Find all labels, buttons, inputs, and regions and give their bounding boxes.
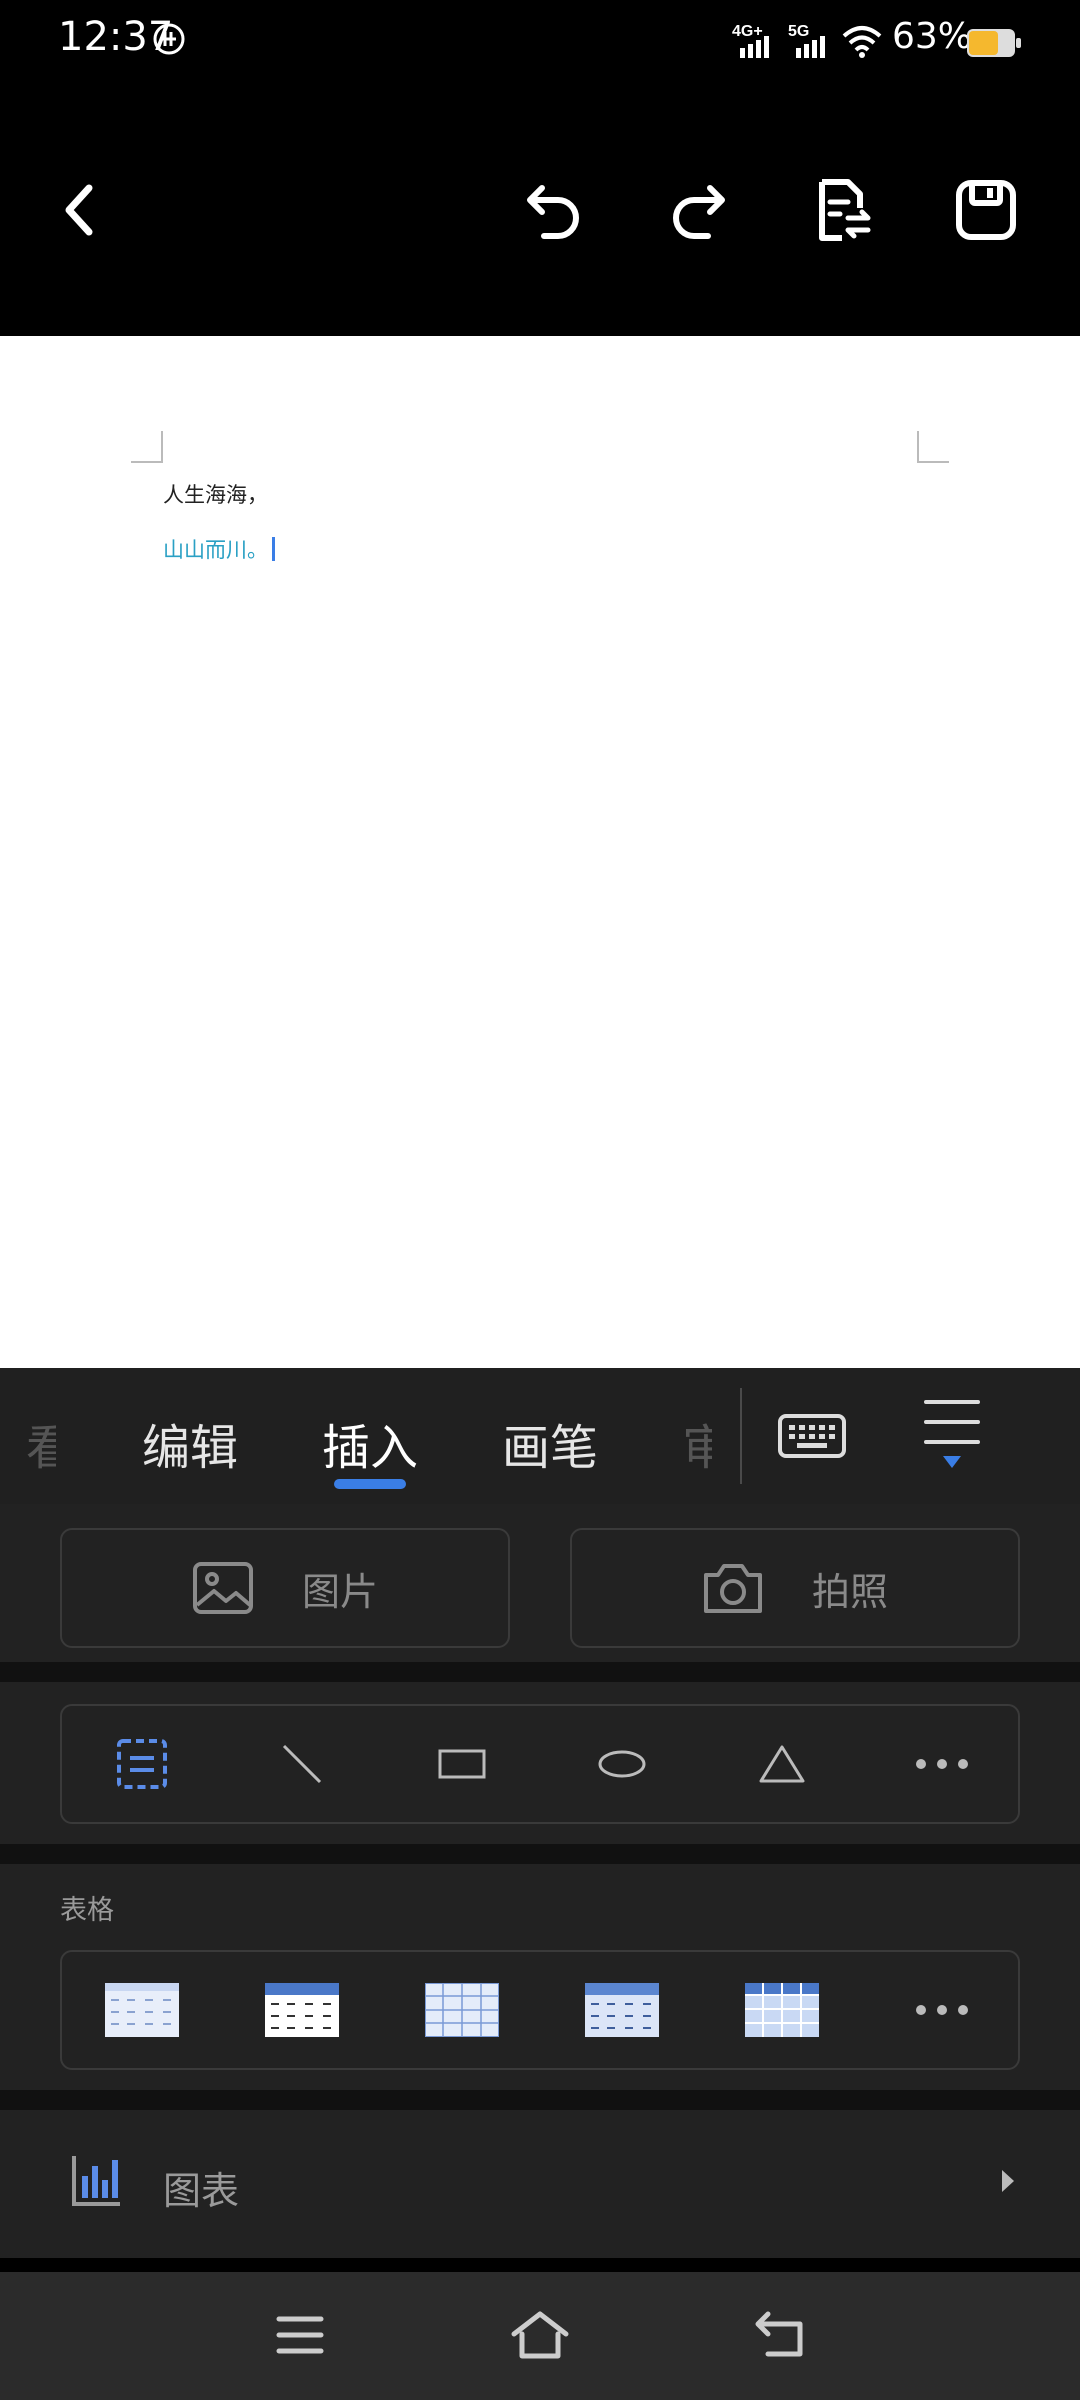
battery-icon	[966, 28, 1022, 62]
nav-back-button[interactable]	[745, 2300, 815, 2370]
margin-corner-top-left	[131, 431, 163, 463]
text-cursor	[272, 537, 275, 561]
undo-button[interactable]	[514, 170, 594, 250]
shapes-row	[60, 1704, 1020, 1824]
svg-text:4G+: 4G+	[732, 23, 763, 40]
take-photo-button[interactable]: 拍照	[570, 1528, 1020, 1648]
margin-corner-top-right	[917, 431, 949, 463]
insert-chart-row[interactable]: 图表	[0, 2110, 1080, 2258]
wifi-icon	[842, 24, 882, 62]
ribbon-tab-bar: 看 编辑 插入 画笔 审	[0, 1368, 1080, 1504]
table-style-4-button[interactable]	[542, 1952, 702, 2068]
section-separator	[0, 1662, 1080, 1682]
redo-button[interactable]	[658, 170, 738, 250]
table-style-3-button[interactable]	[382, 1952, 542, 2068]
table-section-title: 表格	[60, 1895, 114, 1926]
rectangle-icon	[438, 1749, 486, 1779]
insert-picture-label: 图片	[301, 1569, 378, 1614]
line-icon	[282, 1744, 322, 1784]
ellipse-icon	[598, 1750, 646, 1778]
nav-menu-button[interactable]	[265, 2300, 335, 2370]
line-shape-button[interactable]	[222, 1706, 382, 1822]
table-style-5-icon	[745, 1983, 819, 2037]
rectangle-shape-button[interactable]	[382, 1706, 542, 1822]
keyboard-toggle-button[interactable]	[772, 1396, 852, 1476]
table-section: 表格	[0, 1864, 1080, 2090]
tab-edit[interactable]: 编辑	[142, 1408, 238, 1478]
keyboard-icon	[778, 1414, 846, 1458]
insert-chart-label: 图表	[163, 2169, 240, 2213]
document-text-line-1[interactable]: 人生海海，	[163, 479, 268, 509]
save-button[interactable]	[946, 170, 1026, 250]
back-icon	[755, 2311, 803, 2357]
tab-insert[interactable]: 插入	[322, 1408, 418, 1478]
status-bar: 12:37 4G+ 5G 63%	[0, 0, 1080, 84]
back-button[interactable]	[38, 170, 118, 250]
document-canvas[interactable]: 人生海海， 山山而川。	[0, 336, 1080, 1368]
triangle-icon	[759, 1745, 805, 1783]
section-separator	[0, 2090, 1080, 2110]
more-shapes-button[interactable]	[862, 1706, 1022, 1822]
top-toolbar	[0, 84, 1080, 336]
tab-review-partial[interactable]: 审	[682, 1408, 712, 1478]
redo-icon	[673, 185, 725, 239]
chevron-right-icon	[1000, 2168, 1016, 2198]
home-icon	[511, 2311, 569, 2359]
triangle-shape-button[interactable]	[702, 1706, 862, 1822]
table-style-5-button[interactable]	[702, 1952, 862, 2068]
save-icon	[956, 180, 1016, 240]
signal-4g-icon: 4G+	[730, 20, 776, 64]
signal-5g-icon: 5G	[786, 20, 832, 64]
more-icon	[916, 2005, 968, 2015]
system-nav-bar	[0, 2272, 1080, 2400]
insert-media-section: 图片 拍照	[0, 1504, 1080, 1662]
vpn-icon	[152, 22, 186, 60]
tab-view-partial[interactable]: 看	[26, 1408, 56, 1478]
tab-divider	[740, 1388, 742, 1484]
table-style-1-icon	[105, 1983, 179, 2037]
menu-collapse-icon	[924, 1400, 980, 1468]
undo-icon	[527, 185, 579, 239]
textbox-shape-button[interactable]	[62, 1706, 222, 1822]
table-style-3-icon	[425, 1983, 499, 2037]
document-text-line-2-text: 山山而川。	[163, 538, 268, 562]
battery-percent: 63%	[892, 16, 973, 57]
table-style-2-icon	[265, 1983, 339, 2037]
shapes-section	[0, 1682, 1080, 1844]
more-table-styles-button[interactable]	[862, 1952, 1022, 2068]
document-convert-icon	[819, 179, 871, 241]
table-styles-row	[60, 1950, 1020, 2070]
chevron-left-icon	[65, 184, 93, 236]
table-style-4-icon	[585, 1983, 659, 2037]
tab-pen[interactable]: 画笔	[502, 1408, 598, 1478]
chart-icon	[70, 2154, 122, 2212]
convert-button[interactable]	[802, 170, 882, 250]
nav-home-button[interactable]	[505, 2300, 575, 2370]
table-style-2-button[interactable]	[222, 1952, 382, 2068]
collapse-panel-button[interactable]	[912, 1396, 992, 1476]
textbox-icon	[117, 1739, 167, 1789]
section-separator	[0, 1844, 1080, 1864]
more-icon	[916, 1759, 968, 1769]
table-style-1-button[interactable]	[62, 1952, 222, 2068]
insert-picture-button[interactable]: 图片	[60, 1528, 510, 1648]
active-tab-indicator	[334, 1479, 406, 1489]
svg-text:5G: 5G	[788, 23, 809, 40]
menu-icon	[276, 2316, 324, 2354]
camera-icon	[703, 1564, 762, 1613]
take-photo-label: 拍照	[811, 1569, 888, 1614]
ellipse-shape-button[interactable]	[542, 1706, 702, 1822]
picture-icon	[192, 1562, 253, 1614]
document-text-line-2[interactable]: 山山而川。	[163, 534, 275, 564]
